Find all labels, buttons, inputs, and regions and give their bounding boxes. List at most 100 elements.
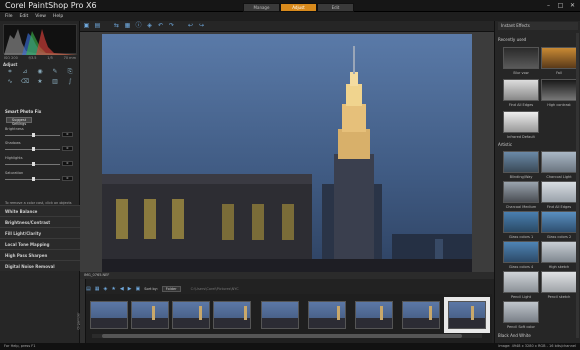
thumbnail[interactable]	[172, 301, 210, 329]
filmstrip-scroll-thumb[interactable]	[102, 334, 462, 338]
organizer-toolbar: ▤ ▦ ◈ ★ ◀ ▶ ▣ Sort by: Folder C:\Users\C…	[86, 285, 492, 293]
straighten-icon[interactable]: ⊿	[18, 68, 32, 77]
effect-thumbnail[interactable]	[503, 301, 539, 323]
open-icon[interactable]: ▤	[94, 23, 101, 29]
highlights-thumb[interactable]	[31, 162, 35, 166]
tab-adjust[interactable]: Adjust	[280, 3, 317, 12]
main-photo[interactable]	[102, 34, 472, 274]
menu-view[interactable]: View	[35, 12, 46, 21]
thumbnail[interactable]	[355, 301, 393, 329]
group-artistic[interactable]: Artistic	[498, 142, 512, 147]
menu-file[interactable]: File	[5, 12, 13, 21]
tab-edit[interactable]: Edit	[317, 3, 354, 12]
shadows-thumb[interactable]	[31, 147, 35, 151]
grid-icon[interactable]: ▦	[124, 23, 131, 29]
filmstrip-scrollbar[interactable]	[92, 334, 482, 338]
thumbnail[interactable]	[213, 301, 251, 329]
tag-icon[interactable]: ◈	[103, 286, 107, 292]
section-brightness-contrast[interactable]: Brightness/Contrast	[0, 216, 80, 227]
organizer-label: Organizer	[76, 312, 81, 330]
highlights-value[interactable]: 0	[62, 161, 73, 166]
effect-thumbnail[interactable]	[541, 47, 577, 69]
brightness-slider[interactable]	[5, 133, 60, 137]
status-image-info: Image: 4948 x 3280 x RGB - 16 bits/chann…	[498, 344, 576, 348]
redo-icon[interactable]: ↪	[198, 23, 205, 29]
star-icon[interactable]: ★	[111, 286, 115, 292]
tab-manage[interactable]: Manage	[243, 3, 280, 12]
thumbnail[interactable]	[402, 301, 440, 329]
effect-thumbnail[interactable]	[503, 241, 539, 263]
thumbnail[interactable]	[131, 301, 169, 329]
thumbnail[interactable]	[261, 301, 299, 329]
tag-icon[interactable]: ◈	[146, 23, 153, 29]
rotate-left-icon[interactable]: ↶	[157, 23, 164, 29]
thumbnail[interactable]	[90, 301, 128, 329]
curves-icon[interactable]: ∫	[63, 78, 77, 87]
section-white-balance[interactable]: White Balance	[0, 205, 80, 216]
effect-thumbnail[interactable]	[503, 79, 539, 101]
scratch-icon[interactable]: ∿	[3, 78, 17, 87]
minimize-icon[interactable]: –	[544, 2, 553, 10]
photo-icon[interactable]: ▣	[136, 286, 141, 292]
effects-scrollbar[interactable]	[576, 33, 579, 338]
sort-label: Sort by:	[144, 287, 158, 291]
window-controls: – □ ✕	[544, 2, 577, 10]
collections-icon[interactable]: ▦	[95, 286, 100, 292]
effect-thumbnail[interactable]	[541, 181, 577, 203]
levels-icon[interactable]: ▥	[48, 78, 62, 87]
brightness-thumb[interactable]	[31, 133, 35, 137]
effect-thumbnail[interactable]	[503, 151, 539, 173]
shadows-slider[interactable]	[5, 147, 60, 151]
effect-thumbnail[interactable]	[503, 47, 539, 69]
effect-thumbnail[interactable]	[541, 151, 577, 173]
maximize-icon[interactable]: □	[556, 2, 565, 10]
save-icon[interactable]: ▣	[83, 23, 90, 29]
saturation-value[interactable]: 0	[62, 176, 73, 181]
section-local-tone-mapping[interactable]: Local Tone Mapping	[0, 238, 80, 249]
clone-icon[interactable]: ⎘	[63, 68, 77, 77]
smart-fix-icon[interactable]: ★	[33, 78, 47, 87]
saturation-thumb[interactable]	[31, 177, 35, 181]
effect-label: Find All Edges	[546, 205, 572, 209]
effect-thumbnail[interactable]	[541, 271, 577, 293]
effect-thumbnail[interactable]	[541, 211, 577, 233]
effect-thumbnail[interactable]	[503, 181, 539, 203]
effect-thumbnail[interactable]	[541, 79, 577, 101]
close-icon[interactable]: ✕	[568, 2, 577, 10]
brightness-value[interactable]: 0	[62, 132, 73, 137]
rotate-right-icon[interactable]: ↷	[168, 23, 175, 29]
app-window: Corel PaintShop Pro X6 Manage Adjust Edi…	[0, 0, 580, 350]
effect-thumbnail[interactable]	[541, 241, 577, 263]
share-icon[interactable]: ⇆	[113, 23, 120, 29]
forward-icon[interactable]: ▶	[128, 286, 132, 292]
crop-icon[interactable]: ⌗	[3, 68, 17, 77]
undo-icon[interactable]: ↩	[187, 23, 194, 29]
section-digital-noise-removal[interactable]: Digital Noise Removal	[0, 260, 80, 271]
image-canvas[interactable]	[80, 32, 494, 274]
section-fill-light-clarity[interactable]: Fill Light/Clarity	[0, 227, 80, 238]
section-high-pass-sharpen[interactable]: High Pass Sharpen	[0, 249, 80, 260]
shadows-value[interactable]: 0	[62, 146, 73, 151]
object-remover-icon[interactable]: ⌫	[18, 78, 32, 87]
group-black-and-white[interactable]: Black And White	[498, 333, 531, 338]
makeover-icon[interactable]: ✎	[48, 68, 62, 77]
red-eye-icon[interactable]: ◉	[33, 68, 47, 77]
folder-path: C:\Users\Corel\Pictures\NYC	[190, 287, 239, 291]
back-icon[interactable]: ◀	[120, 286, 124, 292]
navigate-icon[interactable]: ▤	[86, 286, 91, 292]
saturation-slider[interactable]	[5, 177, 60, 181]
thumbnail[interactable]	[308, 301, 346, 329]
effect-thumbnail[interactable]	[503, 271, 539, 293]
menu-edit[interactable]: Edit	[20, 12, 29, 21]
exif-readouts: ISO 200 f/3.5 1/5 70 mm	[4, 56, 76, 60]
sort-select[interactable]: Folder	[161, 286, 181, 292]
effect-thumbnail[interactable]	[503, 211, 539, 233]
highlights-slider[interactable]	[5, 162, 60, 166]
info-icon[interactable]: ⓘ	[135, 23, 142, 29]
status-help: For Help, press F1	[4, 344, 36, 348]
suggest-settings-button[interactable]: Suggest Settings	[6, 117, 32, 126]
menu-help[interactable]: Help	[53, 12, 63, 21]
thumbnail-selected[interactable]	[444, 297, 490, 333]
effect-thumbnail[interactable]	[503, 111, 539, 133]
group-recently-used[interactable]: Recently used	[498, 37, 526, 42]
